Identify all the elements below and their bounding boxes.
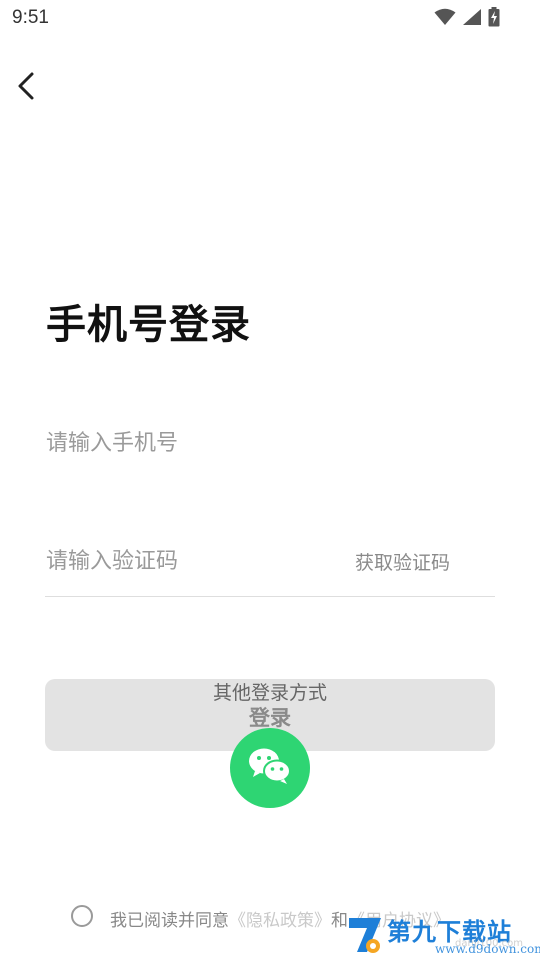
- battery-icon: [488, 7, 500, 31]
- watermark-logo-icon: [345, 912, 387, 960]
- watermark: 第九下载站 danji100.com www.d9down.com: [345, 908, 540, 960]
- signal-icon: [462, 8, 482, 30]
- wechat-icon: [247, 746, 293, 790]
- agreement-prefix: 我已阅读并同意: [110, 911, 229, 931]
- status-icons: [434, 7, 500, 31]
- wechat-login-button[interactable]: [230, 728, 310, 808]
- privacy-policy-link[interactable]: 《隐私政策》: [229, 911, 331, 931]
- divider: [45, 596, 495, 597]
- status-bar: 9:51: [0, 0, 540, 36]
- verification-code-input[interactable]: [46, 538, 326, 584]
- status-time: 9:51: [12, 7, 49, 28]
- back-button[interactable]: [8, 70, 44, 106]
- wifi-icon: [434, 8, 456, 30]
- phone-input[interactable]: [46, 420, 446, 466]
- watermark-url: www.d9down.com: [435, 942, 540, 956]
- back-arrow-icon: [16, 71, 36, 105]
- get-code-button[interactable]: 获取验证码: [355, 548, 450, 575]
- other-login-label: 其他登录方式: [212, 682, 327, 704]
- page-title: 手机号登录: [46, 302, 251, 348]
- agree-checkbox[interactable]: [71, 905, 93, 927]
